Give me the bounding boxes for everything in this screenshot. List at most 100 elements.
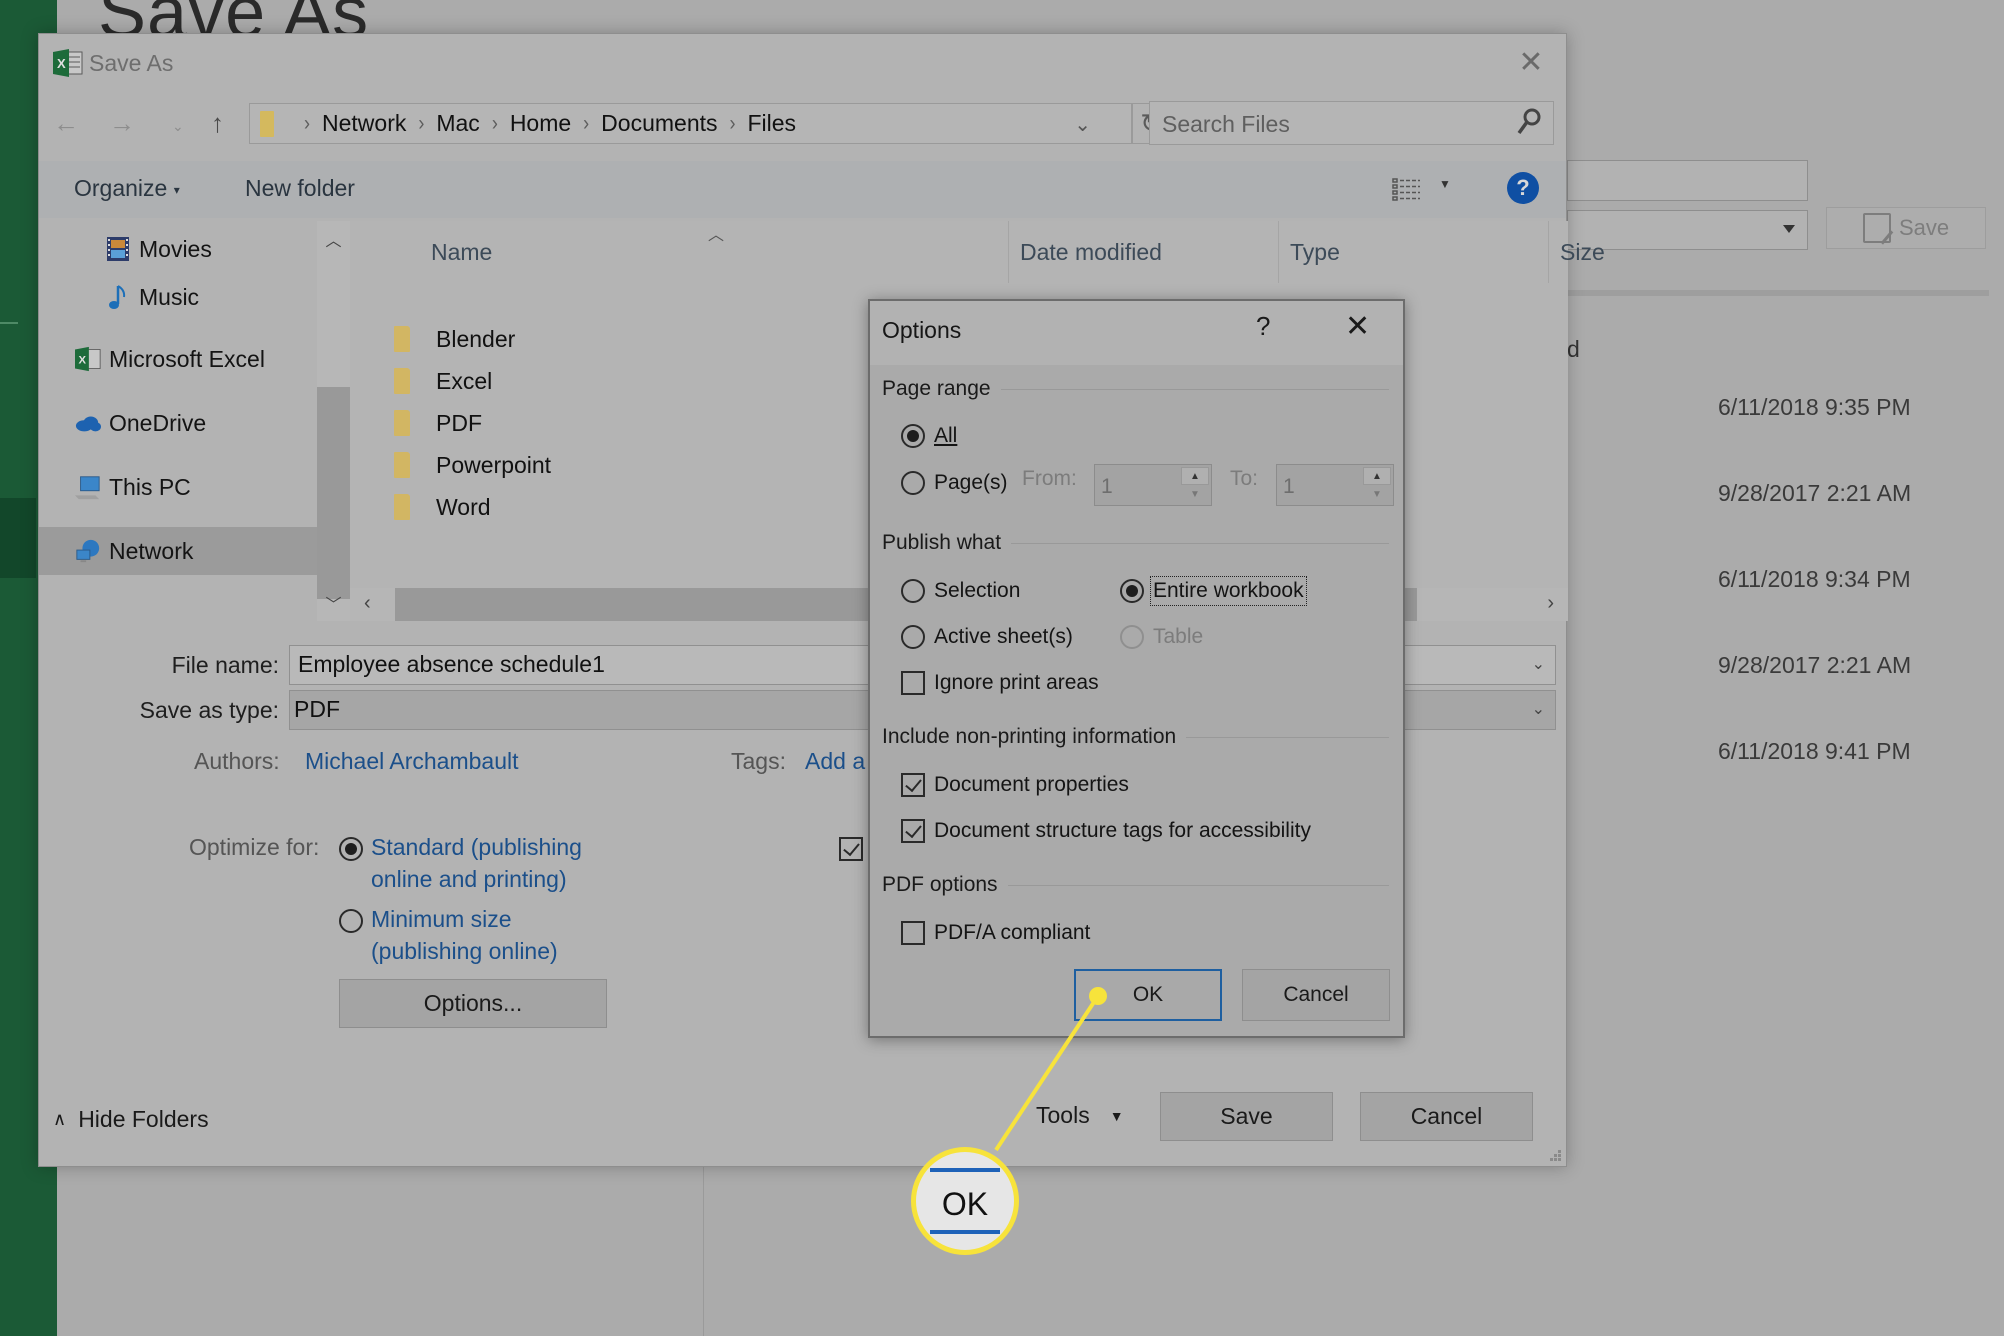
optimize-minimum-label[interactable]: Minimum size (371, 906, 512, 933)
ignore-print-areas-label[interactable]: Ignore print areas (934, 671, 1099, 695)
breadcrumb-separator-icon[interactable]: › (583, 111, 589, 136)
save-as-type-label: Save as type: (139, 697, 279, 723)
search-input[interactable]: Search Files (1149, 101, 1554, 145)
breadcrumb-separator-icon[interactable]: › (492, 111, 498, 136)
cancel-button[interactable]: Cancel (1242, 969, 1390, 1021)
open-after-publish-checkbox[interactable] (839, 837, 863, 861)
ignore-print-areas-checkbox[interactable] (901, 671, 925, 695)
column-separator[interactable] (1548, 221, 1549, 283)
structure-tags-label[interactable]: Document structure tags for accessibilit… (934, 819, 1311, 843)
breadcrumb-separator-icon[interactable]: › (304, 111, 310, 136)
breadcrumb-separator-icon[interactable]: › (418, 111, 424, 136)
pdfa-compliant-checkbox[interactable] (901, 921, 925, 945)
back-arrow-icon[interactable]: ← (53, 108, 79, 139)
tags-add-link[interactable]: Add a (805, 748, 865, 775)
hide-folders-button[interactable]: ∧ Hide Folders (53, 1106, 209, 1133)
publish-entire-workbook-label[interactable]: Entire workbook (1150, 576, 1307, 606)
options-button[interactable]: Options... (339, 979, 607, 1028)
decrement-arrow-icon[interactable]: ▼ (1363, 486, 1391, 504)
nav-item-this-pc[interactable]: This PC (39, 463, 317, 511)
backstage-save-button[interactable]: Save (1826, 207, 1986, 249)
column-separator[interactable] (1008, 221, 1009, 283)
address-bar[interactable]: › Network › Mac › Home › Documents › Fil… (249, 103, 1132, 144)
breadcrumb-documents[interactable]: Documents (601, 110, 717, 137)
scroll-right-icon[interactable]: › (1547, 592, 1554, 615)
optimize-standard-radio[interactable] (339, 837, 363, 861)
to-page-stepper[interactable]: 1 ▲ ▼ (1276, 464, 1394, 506)
nav-item-label: Music (139, 283, 200, 310)
column-header-type[interactable]: Type (1290, 239, 1340, 266)
breadcrumb-home[interactable]: Home (510, 110, 571, 137)
nav-item-microsoft-excel[interactable]: X Microsoft Excel (39, 335, 317, 383)
optimize-for-label: Optimize for: (189, 834, 320, 860)
view-dropdown-icon[interactable]: ▼ (1439, 177, 1451, 191)
publish-entire-workbook-radio[interactable] (1120, 579, 1144, 603)
organize-menu[interactable]: Organize ▾ (74, 175, 180, 202)
forward-arrow-icon[interactable]: → (109, 108, 135, 139)
optimize-standard-label-line2[interactable]: online and printing) (371, 866, 567, 893)
new-folder-button[interactable]: New folder (245, 175, 355, 202)
scroll-left-icon[interactable]: ‹ (364, 592, 371, 615)
recent-locations-chevron-icon[interactable]: ⌄ (172, 118, 184, 135)
scroll-up-icon[interactable]: ︿ (317, 227, 350, 251)
breadcrumb-separator-icon[interactable]: › (730, 111, 736, 136)
scrollbar-thumb[interactable] (317, 387, 350, 599)
cancel-button[interactable]: Cancel (1360, 1092, 1533, 1141)
column-header-size[interactable]: Size (1560, 239, 1605, 266)
backstage-filename-field[interactable] (1567, 160, 1808, 201)
publish-selection-label[interactable]: Selection (934, 579, 1020, 603)
excel-icon: X (53, 49, 83, 77)
document-properties-checkbox[interactable] (901, 773, 925, 797)
breadcrumb-network[interactable]: Network (322, 110, 406, 137)
page-range-all-label[interactable]: All (934, 424, 957, 448)
close-icon[interactable]: ✕ (1345, 309, 1370, 344)
page-range-all-radio[interactable] (901, 424, 925, 448)
help-icon[interactable]: ? (1256, 311, 1270, 342)
nav-item-label: This PC (109, 473, 191, 500)
resize-grip-icon[interactable] (1548, 1148, 1562, 1162)
save-button[interactable]: Save (1160, 1092, 1333, 1141)
tools-menu[interactable]: Tools ▼ (1036, 1102, 1124, 1129)
navigation-scrollbar[interactable]: ︿ ﹀ (317, 221, 350, 621)
increment-arrow-icon[interactable]: ▲ (1363, 467, 1391, 485)
optimize-standard-label[interactable]: Standard (publishing (371, 834, 582, 861)
optimize-minimum-radio[interactable] (339, 909, 363, 933)
decrement-arrow-icon[interactable]: ▼ (1181, 486, 1209, 504)
column-header-name[interactable]: Name (431, 239, 492, 266)
help-button[interactable]: ? (1507, 172, 1539, 204)
breadcrumb-mac[interactable]: Mac (436, 110, 479, 137)
folder-row[interactable]: Word (394, 489, 491, 525)
nav-item-onedrive[interactable]: OneDrive (39, 399, 317, 447)
column-header-date-modified[interactable]: Date modified (1020, 239, 1162, 266)
folder-row[interactable]: Blender (394, 321, 515, 357)
view-options-icon[interactable] (1392, 177, 1422, 201)
rail-selected-item[interactable] (0, 498, 36, 578)
publish-selection-radio[interactable] (901, 579, 925, 603)
column-separator[interactable] (1278, 221, 1279, 283)
nav-item-network[interactable]: Network (39, 527, 317, 575)
ok-button[interactable]: OK (1074, 969, 1222, 1021)
close-button[interactable]: ✕ (1514, 46, 1548, 80)
up-arrow-icon[interactable]: ↑ (211, 108, 224, 139)
publish-active-sheets-radio[interactable] (901, 625, 925, 649)
optimize-minimum-label-line2[interactable]: (publishing online) (371, 938, 558, 965)
scroll-down-icon[interactable]: ﹀ (317, 591, 350, 615)
publish-active-sheets-label[interactable]: Active sheet(s) (934, 625, 1073, 649)
authors-value[interactable]: Michael Archambault (305, 748, 519, 775)
nav-item-movies[interactable]: Movies (39, 225, 317, 273)
from-page-stepper[interactable]: 1 ▲ ▼ (1094, 464, 1212, 506)
chevron-down-icon[interactable]: ⌄ (1532, 654, 1545, 674)
pdfa-compliant-label[interactable]: PDF/A compliant (934, 921, 1090, 945)
page-range-pages-radio[interactable] (901, 471, 925, 495)
structure-tags-checkbox[interactable] (901, 819, 925, 843)
nav-item-music[interactable]: Music (39, 273, 317, 321)
svg-text:X: X (78, 354, 86, 366)
page-range-pages-label[interactable]: Page(s) (934, 471, 1008, 495)
folder-row[interactable]: PDF (394, 405, 482, 441)
increment-arrow-icon[interactable]: ▲ (1181, 467, 1209, 485)
address-dropdown-chevron-icon[interactable]: ⌄ (1074, 112, 1091, 137)
document-properties-label[interactable]: Document properties (934, 773, 1129, 797)
folder-row[interactable]: Excel (394, 363, 492, 399)
breadcrumb-files[interactable]: Files (748, 110, 797, 137)
folder-row[interactable]: Powerpoint (394, 447, 551, 483)
